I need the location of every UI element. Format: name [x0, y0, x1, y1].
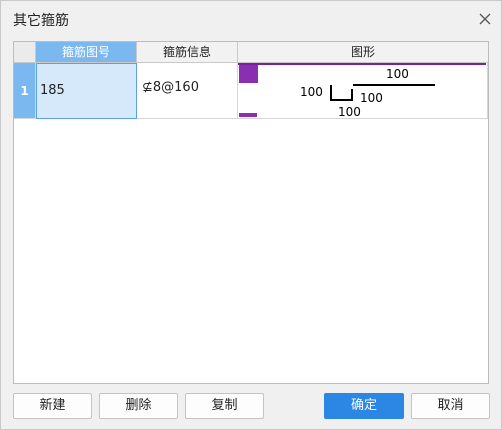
dim-left-label: 100 [300, 85, 323, 99]
stirrup-figure: 100 100 100 100 [238, 63, 486, 119]
stirrup-hook [330, 85, 353, 101]
close-icon[interactable] [475, 9, 495, 29]
column-header-shape-number[interactable]: 箍筋图号 [36, 42, 137, 63]
figure-cell[interactable]: 100 100 100 100 [238, 63, 488, 119]
stirrup-table[interactable]: 箍筋图号 箍筋信息 图形 1 185 ⊈8@160 100 100 100 10… [13, 41, 489, 384]
copy-button[interactable]: 复制 [185, 393, 264, 419]
figure-artifact-line [238, 63, 486, 65]
new-button[interactable]: 新建 [13, 393, 92, 419]
dim-top-label: 100 [386, 67, 409, 81]
shape-number-cell[interactable]: 185 [36, 63, 137, 119]
row-header[interactable]: 1 [14, 63, 36, 119]
figure-artifact-block [239, 65, 258, 83]
delete-button[interactable]: 删除 [99, 393, 178, 419]
column-header-rebar-info[interactable]: 箍筋信息 [137, 42, 238, 63]
dim-right-label: 100 [360, 91, 383, 105]
dialog-title: 其它箍筋 [13, 13, 69, 29]
ok-button[interactable]: 确定 [324, 393, 404, 419]
dialog-window: 其它箍筋 箍筋图号 箍筋信息 图形 1 185 ⊈8@160 100 100 1… [0, 0, 502, 430]
cancel-button[interactable]: 取消 [411, 393, 490, 419]
table-corner-header [14, 42, 36, 63]
title-bar: 其它箍筋 [1, 1, 501, 37]
dim-bottom-label: 100 [338, 105, 361, 117]
figure-artifact-dots [239, 113, 257, 117]
rebar-info-cell[interactable]: ⊈8@160 [137, 63, 238, 119]
column-header-figure[interactable]: 图形 [238, 42, 488, 63]
